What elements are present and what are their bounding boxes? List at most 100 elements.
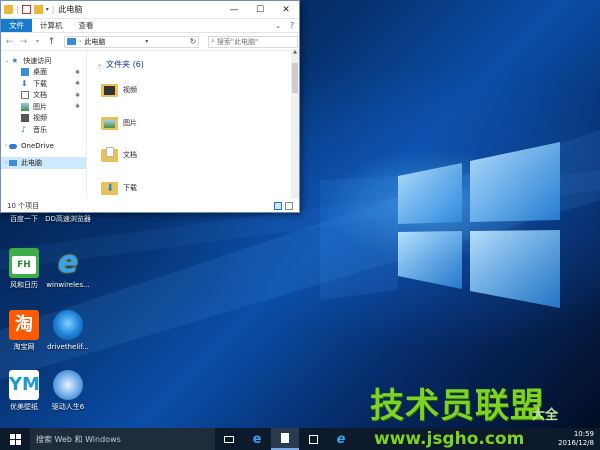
folder-label: 视频 <box>123 85 137 94</box>
pin-icon[interactable]: ✱ <box>75 92 80 99</box>
up-button[interactable]: ↑ <box>46 37 57 47</box>
clock-date: 2016/12/8 <box>558 439 594 447</box>
minimize-button[interactable]: — <box>221 1 247 18</box>
nav-item-downloads[interactable]: ⬇ 下载 ✱ <box>1 78 86 90</box>
ribbon-tabs: 文件 计算机 查看 ⌄ ? <box>1 19 299 33</box>
ie-icon: e <box>336 431 346 447</box>
tab-file[interactable]: 文件 <box>1 19 32 32</box>
folder-label: 下载 <box>123 183 137 192</box>
desktop-icon-label: winwireles... <box>46 281 90 289</box>
scrollbar-thumb[interactable] <box>292 63 298 93</box>
folder-label: 图片 <box>123 118 137 127</box>
taskbar-store-button[interactable] <box>299 428 327 450</box>
large-icons-view-icon[interactable] <box>285 201 293 210</box>
nav-item-quick-access[interactable]: ⌄ ★ 快速访问 <box>1 55 86 67</box>
back-button[interactable]: ← <box>4 37 15 47</box>
document-icon <box>21 91 29 100</box>
folder-pictures[interactable]: 图片 <box>101 115 137 130</box>
divider: | <box>16 5 19 14</box>
details-view-icon[interactable] <box>274 201 282 210</box>
pin-icon[interactable]: ✱ <box>75 103 80 110</box>
nav-item-this-pc[interactable]: › 此电脑 <box>1 157 86 169</box>
picture-icon <box>21 102 29 111</box>
nav-item-videos[interactable]: 视频 <box>1 113 86 125</box>
address-box[interactable]: › 此电脑 ▾ ↻ <box>64 35 199 48</box>
desktop-icon-driver[interactable]: drivethelif... <box>42 310 94 352</box>
vertical-scrollbar[interactable]: ▲ <box>291 49 299 199</box>
desktop-icon-label: 优美壁纸 <box>10 403 38 411</box>
taskbar-search-placeholder: 搜索 Web 和 Windows <box>36 434 121 444</box>
breadcrumb-this-pc[interactable]: 此电脑 <box>84 37 105 47</box>
desktop-icon-driver-life[interactable]: 驱动人生6 <box>42 370 94 412</box>
search-icon: ⌕ <box>211 37 215 45</box>
recent-locations-icon[interactable]: ▾ <box>32 38 43 45</box>
watermark-suffix: 大全 <box>532 408 559 423</box>
video-folder-icon <box>101 82 118 97</box>
nav-item-pictures[interactable]: 图片 ✱ <box>1 101 86 113</box>
computer-icon <box>67 38 76 45</box>
video-icon <box>21 114 29 123</box>
nav-item-desktop[interactable]: 桌面 ✱ <box>1 67 86 79</box>
search-input[interactable]: ⌕ 搜索"此电脑" <box>208 35 298 48</box>
taskbar-search-input[interactable]: 搜索 Web 和 Windows <box>30 428 215 450</box>
star-icon: ★ <box>11 55 19 65</box>
qat-dropdown-icon[interactable]: ▾ <box>46 6 49 13</box>
system-clock[interactable]: 10:59 2016/12/8 <box>558 430 594 448</box>
breadcrumb-separator-icon: › <box>79 38 82 45</box>
nav-item-onedrive[interactable]: › OneDrive <box>1 141 86 153</box>
navigation-pane: ⌄ ★ 快速访问 桌面 ✱ ⬇ 下载 ✱ 文档 ✱ 图片 ✱ 视频 ♪ 音乐 ›… <box>1 49 87 199</box>
expand-ribbon-icon[interactable]: ⌄ <box>271 22 285 30</box>
nav-item-documents[interactable]: 文档 ✱ <box>1 90 86 102</box>
new-folder-icon[interactable] <box>33 5 43 14</box>
pin-icon[interactable]: ✱ <box>75 69 80 76</box>
taskbar-edge-button[interactable]: e <box>243 428 271 450</box>
nav-item-label: 文档 <box>33 91 47 100</box>
driver-icon <box>53 310 83 340</box>
taskbar-explorer-button[interactable] <box>271 428 299 450</box>
wallpaper-icon: YM <box>9 370 40 400</box>
desktop-icon-label: 风和日历 <box>10 281 38 289</box>
item-count: 10 个项目 <box>7 201 40 210</box>
pin-icon[interactable]: ✱ <box>75 80 80 87</box>
help-icon[interactable]: ? <box>285 21 299 30</box>
computer-icon <box>9 159 17 166</box>
address-dropdown-icon[interactable]: ▾ <box>145 38 148 45</box>
tab-computer[interactable]: 计算机 <box>32 19 71 32</box>
folder-downloads[interactable]: ⬇ 下载 <box>101 180 137 195</box>
desktop-icon-ie[interactable]: e winwireles... <box>42 248 94 290</box>
explorer-icon <box>4 5 13 14</box>
download-folder-icon: ⬇ <box>101 180 118 195</box>
maximize-button[interactable]: ☐ <box>247 1 273 18</box>
search-placeholder: 搜索"此电脑" <box>216 37 259 46</box>
nav-item-label: 视频 <box>33 114 47 123</box>
nav-item-label: 音乐 <box>33 125 47 134</box>
clock-time: 10:59 <box>573 430 594 438</box>
properties-icon[interactable] <box>21 5 31 14</box>
taskbar-ie-button[interactable]: e <box>327 428 355 450</box>
tab-view[interactable]: 查看 <box>71 19 102 32</box>
task-view-button[interactable] <box>215 428 243 450</box>
scroll-up-icon[interactable]: ▲ <box>291 49 299 55</box>
nav-item-label: 此电脑 <box>21 158 42 167</box>
quick-access-toolbar: | ▾ | <box>1 1 54 18</box>
folders-section-header[interactable]: ⌄ 文件夹 (6) <box>97 59 144 70</box>
nav-item-label: 图片 <box>33 102 47 111</box>
content-pane[interactable]: ⌄ 文件夹 (6) 视频 图片 文档 ⬇ 下载 ▲ <box>87 49 299 199</box>
desktop-icon-label: drivethelif... <box>47 343 89 351</box>
windows-start-icon <box>9 433 21 445</box>
window-title: 此电脑 <box>58 5 83 14</box>
folder-videos[interactable]: 视频 <box>101 82 137 97</box>
close-button[interactable]: ✕ <box>273 1 299 18</box>
picture-folder-icon <box>101 115 118 130</box>
title-bar[interactable]: | ▾ | 此电脑 — ☐ ✕ <box>1 1 299 19</box>
start-button[interactable] <box>0 428 30 450</box>
store-icon <box>308 434 318 444</box>
task-view-icon <box>224 435 234 443</box>
refresh-button[interactable]: ↻ <box>188 37 198 46</box>
forward-button[interactable]: → <box>18 37 29 47</box>
nav-item-music[interactable]: ♪ 音乐 <box>1 124 86 136</box>
status-bar: 10 个项目 <box>1 199 299 212</box>
file-explorer-icon <box>281 433 289 443</box>
file-explorer-window[interactable]: | ▾ | 此电脑 — ☐ ✕ 文件 计算机 查看 ⌄ ? ← → ▾ ↑ › … <box>0 0 300 213</box>
folder-documents[interactable]: 文档 <box>101 147 137 162</box>
